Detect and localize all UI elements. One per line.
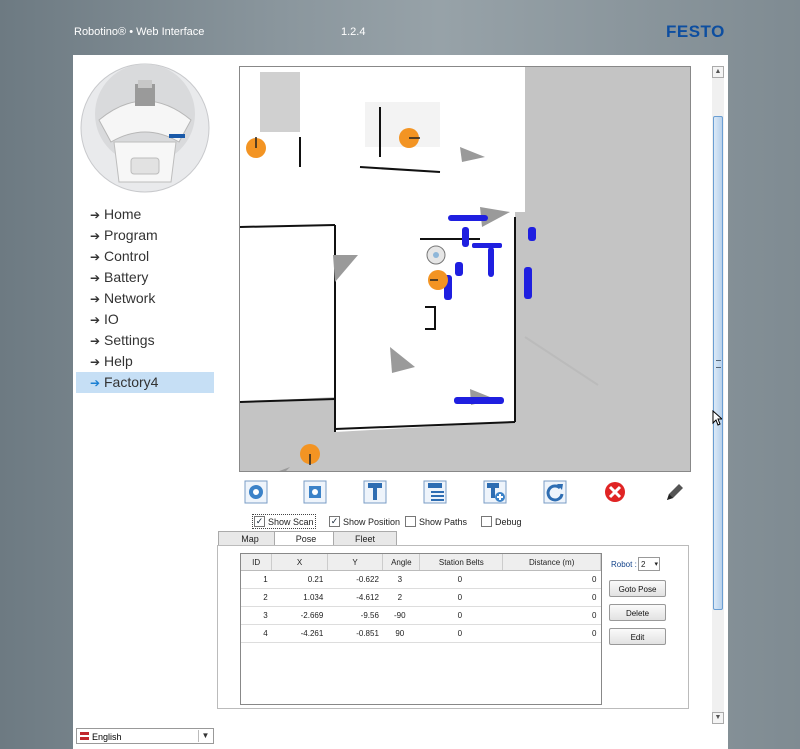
chevron-down-icon: ▾ [654, 561, 658, 568]
table-row[interactable]: 3 -2.669 -9.56 -90 0 0 [241, 606, 601, 625]
grip-icon [716, 360, 721, 368]
arrow-right-icon: ➔ [90, 250, 101, 264]
robot-selector: Robot : 2 ▾ [611, 557, 660, 571]
add-pose-icon[interactable] [244, 480, 268, 504]
checkbox-checked-icon: ✓ [254, 516, 265, 527]
column-header[interactable]: Station Belts [419, 554, 504, 571]
arrow-right-icon: ➔ [90, 334, 101, 348]
column-header[interactable]: Y [327, 554, 384, 571]
map-options: ✓ Show Scan ✓ Show Position Show Paths Deb… [242, 514, 688, 529]
set-pose-icon[interactable] [303, 480, 327, 504]
delete-button[interactable]: Delete [609, 604, 666, 621]
language-select[interactable]: English ▼ [76, 728, 214, 744]
arrow-right-icon: ➔ [90, 313, 101, 327]
flag-icon [80, 732, 89, 740]
arrow-right-icon: ➔ [90, 355, 101, 369]
scroll-up-icon[interactable]: ▲ [712, 66, 724, 78]
column-header[interactable]: Distance (m) [502, 554, 601, 571]
table-row[interactable]: 4 -4.261 -0.851 90 0 0 [241, 624, 601, 643]
festo-logo: FESTO [666, 22, 725, 41]
column-header[interactable]: X [271, 554, 328, 571]
goto-pose-button[interactable]: Goto Pose [609, 580, 666, 597]
arrow-right-icon: ➔ [90, 229, 101, 243]
table-row[interactable]: 2 1.034 -4.612 2 0 0 [241, 588, 601, 607]
station-list-icon[interactable] [423, 480, 447, 504]
nav-item-program[interactable]: ➔ Program [76, 225, 214, 246]
edit-button[interactable]: Edit [609, 628, 666, 645]
column-header[interactable]: Angle [382, 554, 421, 571]
factory-map[interactable] [239, 66, 691, 472]
station-icon[interactable] [363, 480, 387, 504]
table-row[interactable]: 1 0.21 -0.622 3 0 0 [241, 570, 601, 589]
nav-item-control[interactable]: ➔ Control [76, 246, 214, 267]
show-paths-checkbox[interactable]: Show Paths [405, 516, 467, 527]
vertical-scrollbar[interactable]: ▲ ▼ [712, 66, 724, 724]
pose-table: ID X Y Angle Station Belts Distance (m) … [240, 553, 602, 705]
mouse-cursor-icon [712, 410, 722, 426]
robot-label: Robot : [611, 560, 637, 569]
nav-item-settings[interactable]: ➔ Settings [76, 330, 214, 351]
nav-item-battery[interactable]: ➔ Battery [76, 267, 214, 288]
map-canvas[interactable] [240, 67, 690, 471]
chevron-down-icon: ▼ [198, 730, 212, 742]
pen-icon[interactable] [663, 480, 687, 504]
checkbox-checked-icon: ✓ [329, 516, 340, 527]
pose-panel: ID X Y Angle Station Belts Distance (m) … [217, 545, 689, 709]
tab-map[interactable]: Map [218, 531, 282, 546]
show-scan-checkbox[interactable]: ✓ Show Scan [252, 514, 316, 529]
scroll-thumb[interactable] [713, 116, 723, 610]
version-label: 1.2.4 [341, 26, 366, 38]
rotate-icon[interactable] [543, 480, 567, 504]
delete-icon[interactable] [603, 480, 627, 504]
sidebar-nav: ➔ Home ➔ Program ➔ Control ➔ Battery ➔ Networ… [76, 204, 214, 393]
nav-item-help[interactable]: ➔ Help [76, 351, 214, 372]
robot-image [80, 63, 210, 193]
scroll-down-icon[interactable]: ▼ [712, 712, 724, 724]
robot-position-icon [426, 245, 446, 265]
nav-item-home[interactable]: ➔ Home [76, 204, 214, 225]
nav-item-network[interactable]: ➔ Network [76, 288, 214, 309]
arrow-right-icon: ➔ [90, 271, 101, 285]
debug-checkbox[interactable]: Debug [481, 516, 522, 527]
app-title: Robotino® • Web Interface [74, 26, 205, 38]
add-station-icon[interactable] [483, 480, 507, 504]
tab-fleet[interactable]: Fleet [333, 531, 397, 546]
column-header[interactable]: ID [241, 554, 273, 571]
robot-select[interactable]: 2 ▾ [638, 557, 660, 571]
arrow-right-icon: ➔ [90, 376, 101, 390]
arrow-right-icon: ➔ [90, 208, 101, 222]
show-position-checkbox[interactable]: ✓ Show Position [329, 516, 400, 527]
arrow-right-icon: ➔ [90, 292, 101, 306]
nav-item-io[interactable]: ➔ IO [76, 309, 214, 330]
nav-item-factory4[interactable]: ➔ Factory4 [76, 372, 214, 393]
